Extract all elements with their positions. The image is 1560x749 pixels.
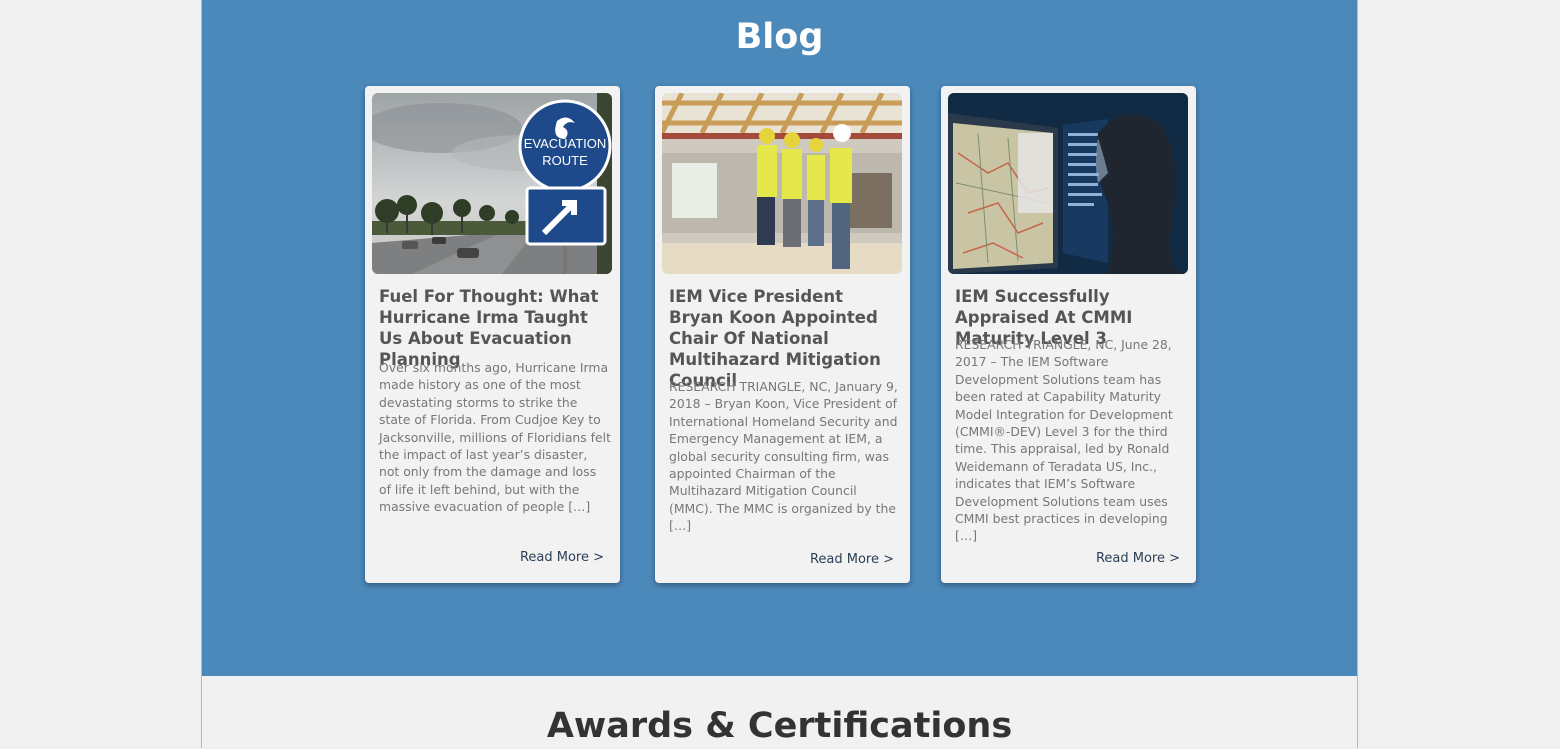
awards-heading: Awards & Certifications bbox=[546, 706, 1013, 746]
sign-text-line1: EVACUATION bbox=[524, 136, 607, 151]
post-excerpt: RESEARCH TRIANGLE, NC, January 9, 2018 –… bbox=[669, 379, 898, 534]
read-more-link[interactable]: Read More > bbox=[1096, 551, 1180, 566]
blog-card: IEM Successfully Appraised At CMMI Matur… bbox=[941, 86, 1196, 583]
post-image-evacuation[interactable]: EVACUATION ROUTE bbox=[372, 93, 612, 274]
post-excerpt: RESEARCH TRIANGLE, NC, June 28, 2017 – T… bbox=[955, 337, 1173, 544]
page-container: Blog EVACUATION ROUTE Fuel For Thought: … bbox=[201, 0, 1358, 748]
post-image-monitors[interactable] bbox=[948, 93, 1188, 274]
post-title[interactable]: IEM Vice President Bryan Koon Appointed … bbox=[669, 286, 901, 391]
blog-card: IEM Vice President Bryan Koon Appointed … bbox=[655, 86, 910, 583]
blog-heading: Blog bbox=[735, 17, 824, 57]
blog-card: EVACUATION ROUTE Fuel For Thought: What … bbox=[365, 86, 620, 583]
read-more-link[interactable]: Read More > bbox=[810, 552, 894, 567]
post-excerpt: Over six months ago, Hurricane Irma made… bbox=[379, 360, 611, 515]
post-title[interactable]: Fuel For Thought: What Hurricane Irma Ta… bbox=[379, 286, 611, 370]
read-more-link[interactable]: Read More > bbox=[520, 550, 604, 565]
sign-text-line2: ROUTE bbox=[542, 153, 588, 168]
blog-section: Blog EVACUATION ROUTE Fuel For Thought: … bbox=[202, 0, 1357, 676]
post-image-construction[interactable] bbox=[662, 93, 902, 274]
